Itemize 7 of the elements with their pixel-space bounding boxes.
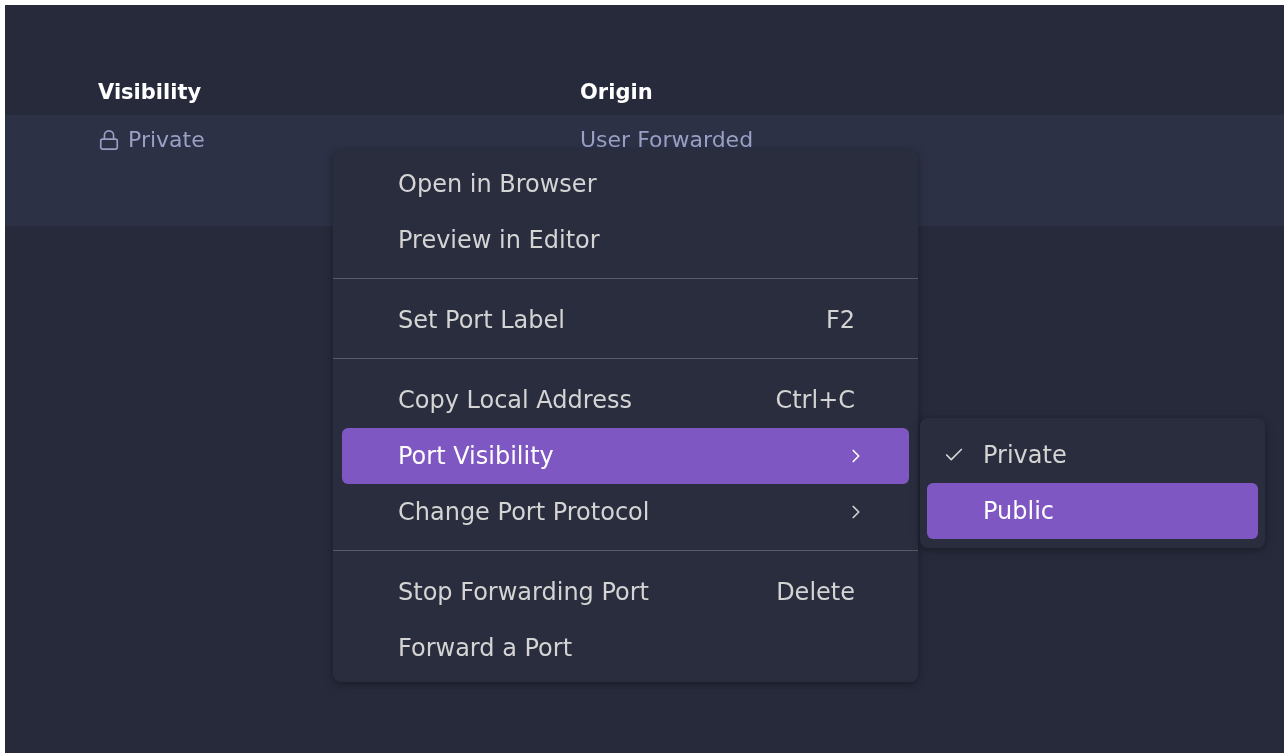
table-cell-text: User Forwarded [580,126,754,154]
table-cell-text: Private [128,126,205,154]
shortcut-text: Ctrl+C [775,386,855,414]
shortcut-text: Delete [776,578,855,606]
column-header: Visibility [98,79,202,106]
column-header: Origin [580,79,653,106]
shortcut-text: F2 [825,306,855,334]
